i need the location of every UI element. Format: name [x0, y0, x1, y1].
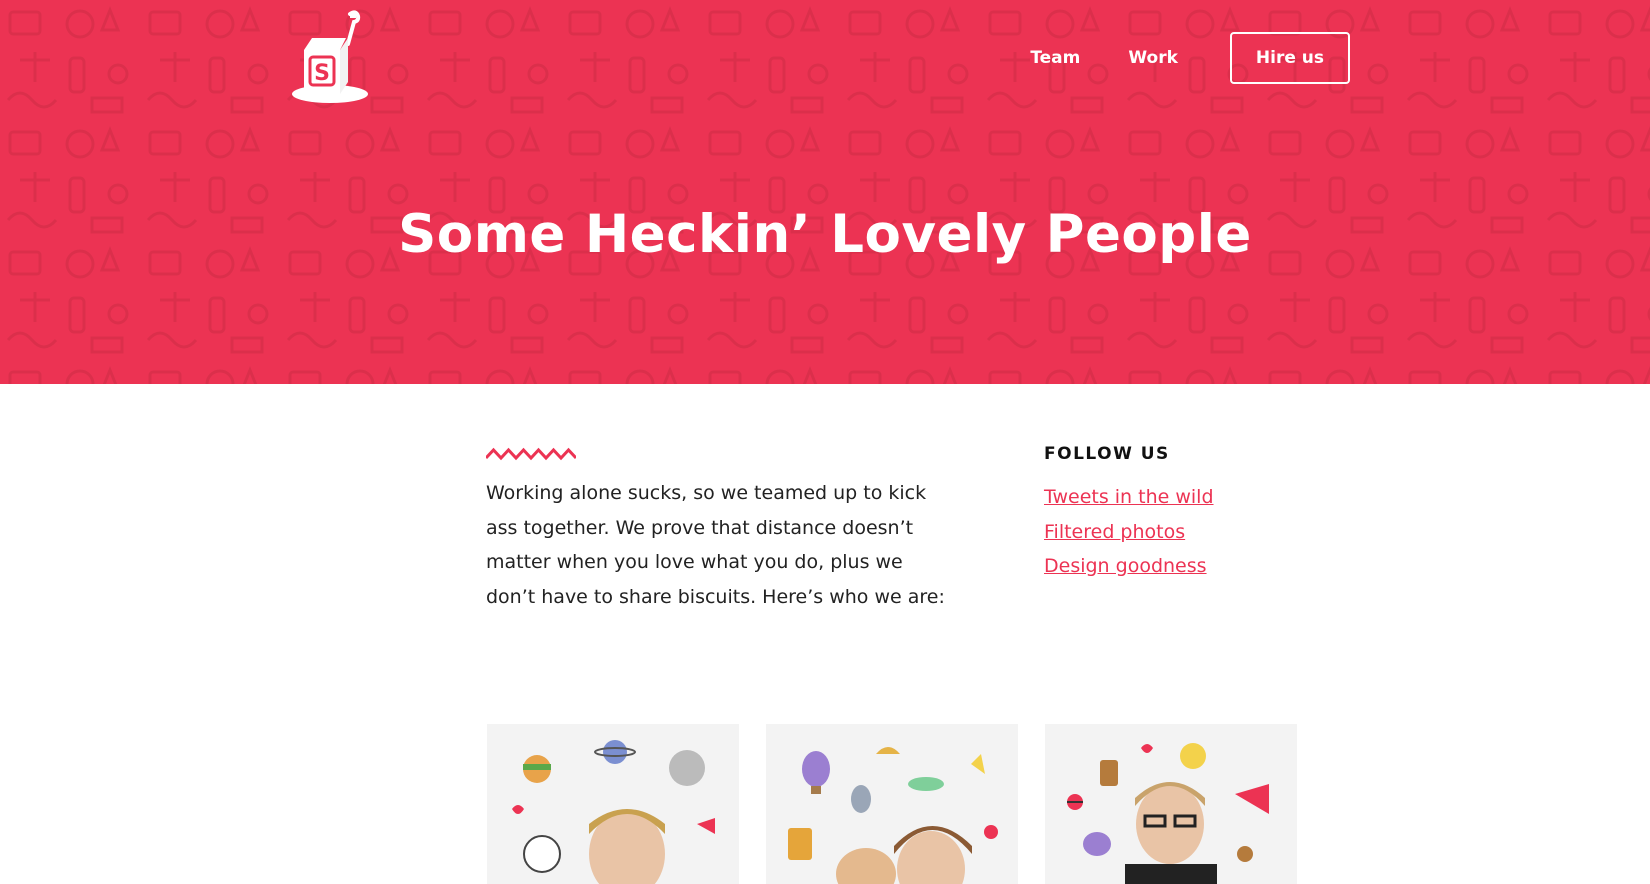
- nav-team-link[interactable]: Team: [1030, 48, 1080, 68]
- doodle-pattern-background: [0, 0, 1650, 384]
- team-member-1-photo: [512, 740, 715, 884]
- team-member-2-photo: [788, 747, 998, 884]
- team-grid: [487, 724, 1324, 884]
- zigzag-divider-icon: [486, 447, 576, 461]
- team-member-3-photo: [1067, 743, 1269, 884]
- page-title: Some Heckin’ Lovely People: [398, 204, 1252, 265]
- photos-link[interactable]: Filtered photos: [1044, 515, 1214, 550]
- svg-text:S: S: [314, 61, 330, 86]
- team-card-3[interactable]: [1045, 724, 1297, 884]
- main-nav: Team Work Hire us: [1030, 32, 1350, 84]
- follow-us-heading: FOLLOW US: [1044, 444, 1170, 464]
- follow-us-section: FOLLOW US Tweets in the wild Filtered ph…: [1044, 444, 1214, 584]
- nav-work-link[interactable]: Work: [1128, 48, 1178, 68]
- team-card-1[interactable]: [487, 724, 739, 884]
- hire-us-button[interactable]: Hire us: [1229, 32, 1350, 84]
- logo-icon[interactable]: S: [290, 10, 374, 106]
- team-card-2[interactable]: [766, 724, 1018, 884]
- tweets-link[interactable]: Tweets in the wild: [1044, 480, 1214, 515]
- intro-text: Working alone sucks, so we teamed up to …: [486, 482, 945, 608]
- intro-section: Working alone sucks, so we teamed up to …: [486, 446, 956, 614]
- design-link[interactable]: Design goodness: [1044, 549, 1214, 584]
- hero-header: S Team Work Hire us Some Heckin’ Lovely …: [0, 0, 1650, 384]
